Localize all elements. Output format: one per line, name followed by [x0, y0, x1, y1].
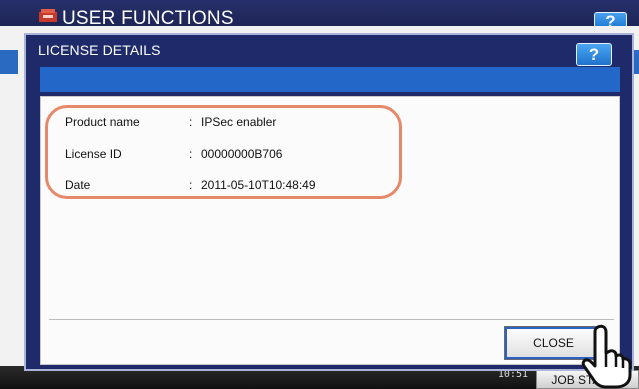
- background-header: USER FUNCTIONS ?: [0, 0, 639, 31]
- license-id-separator: :: [189, 147, 193, 161]
- dialog-header-band: [40, 67, 620, 92]
- hand-pointer-icon: [581, 324, 632, 389]
- date-separator: :: [189, 178, 193, 192]
- clock-text: 10:51: [497, 369, 528, 380]
- product-name-value: IPSec enabler: [201, 115, 277, 129]
- date-value: 2011-05-10T10:48:49: [201, 178, 316, 192]
- license-id-value: 00000000B706: [201, 147, 283, 161]
- product-name-label: Product name: [65, 115, 140, 129]
- dialog-body: Product name : IPSec enabler License ID …: [40, 96, 620, 365]
- license-details-dialog: LICENSE DETAILS ? Product name : IPSec e…: [24, 33, 634, 371]
- footer-divider: [49, 319, 614, 320]
- dialog-help-button[interactable]: ?: [576, 43, 612, 66]
- app-logo-icon: [39, 9, 57, 22]
- background-left-bar: [0, 50, 18, 74]
- license-id-label: License ID: [65, 147, 122, 161]
- dialog-title: LICENSE DETAILS: [38, 42, 161, 58]
- product-name-separator: :: [189, 115, 193, 129]
- date-label: Date: [65, 178, 91, 192]
